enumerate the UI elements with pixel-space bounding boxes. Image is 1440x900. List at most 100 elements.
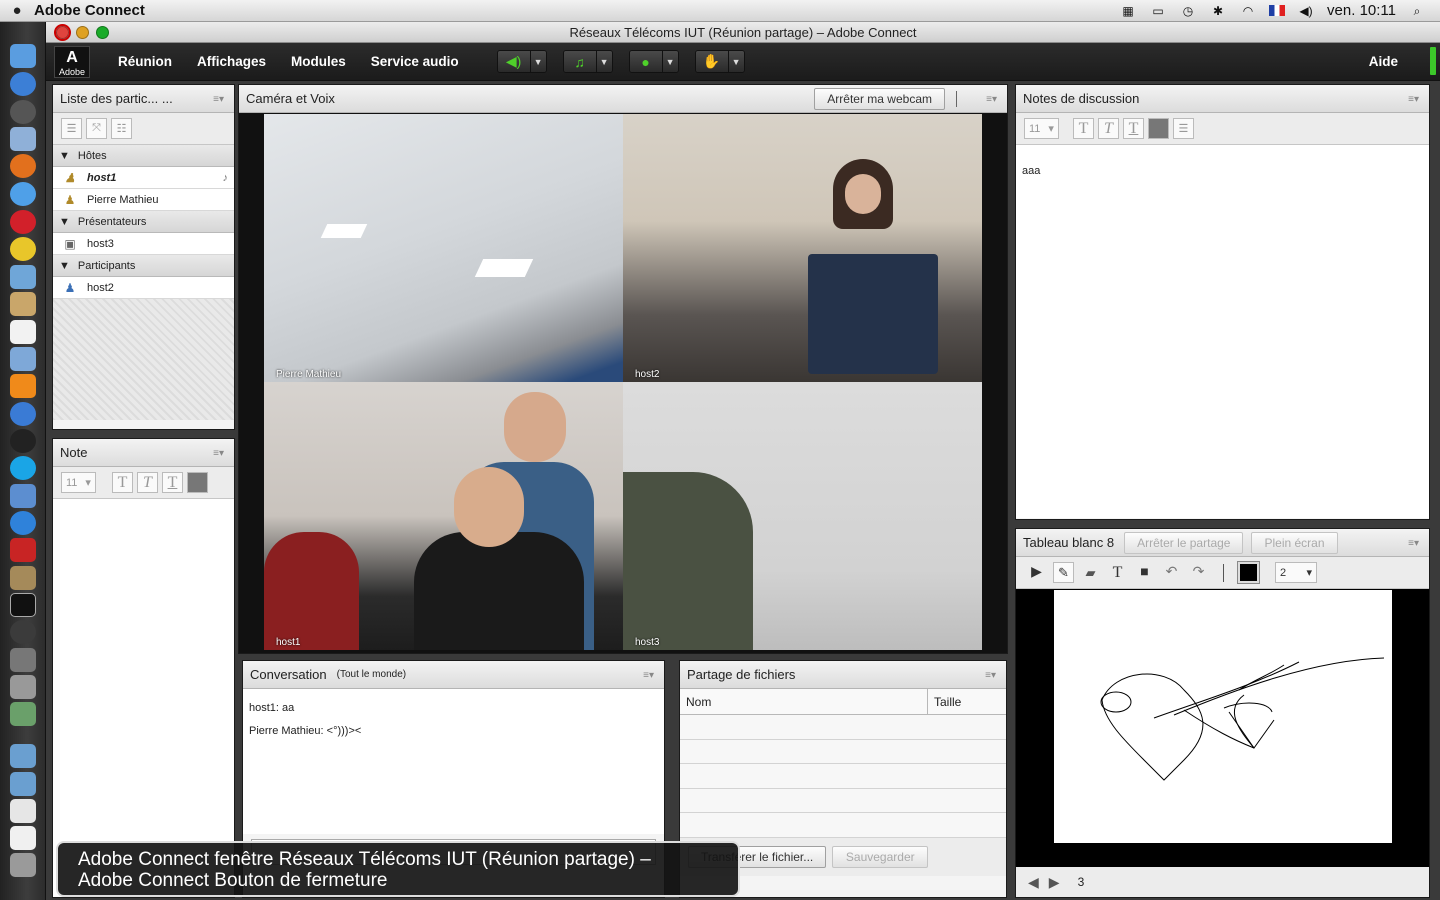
collapse-triangle-icon[interactable]: ▼: [59, 150, 70, 162]
volume-icon[interactable]: ◀): [1297, 4, 1315, 18]
color-picker-icon[interactable]: [186, 472, 208, 493]
video-feed-host2[interactable]: host2: [623, 114, 982, 382]
column-name[interactable]: Nom: [680, 689, 928, 714]
windows-icon[interactable]: ▦: [1119, 4, 1137, 18]
safari-icon[interactable]: [10, 182, 36, 206]
french-flag-icon[interactable]: [1269, 5, 1286, 16]
bold-icon[interactable]: T: [111, 472, 133, 493]
iphoto-icon[interactable]: [10, 347, 36, 371]
chevron-down-icon[interactable]: ▼: [529, 51, 546, 72]
attendee-row[interactable]: ▣ host3: [53, 233, 234, 255]
video-feed-host1[interactable]: host1: [264, 382, 623, 650]
chevron-down-icon[interactable]: ▼: [661, 51, 678, 72]
document-icon[interactable]: [10, 799, 36, 823]
undo-icon[interactable]: ↶: [1161, 562, 1182, 583]
attendee-row[interactable]: ♟ host1 ♪: [53, 167, 234, 189]
attendee-row[interactable]: ♟ host2: [53, 277, 234, 299]
save-file-button[interactable]: Sauvegarder: [832, 845, 929, 868]
spotlight-search-icon[interactable]: ⌕: [1408, 4, 1426, 18]
font-size-select[interactable]: 11 ▾: [1024, 118, 1059, 139]
itunes-icon[interactable]: [10, 511, 36, 535]
bullet-list-icon[interactable]: ☰: [1172, 118, 1194, 139]
chrome-icon[interactable]: [10, 237, 36, 261]
terminal-icon[interactable]: [10, 593, 36, 617]
network-utility-icon[interactable]: [10, 702, 36, 726]
pod-menu-icon[interactable]: ≡▾: [213, 448, 224, 459]
downloads-icon[interactable]: [10, 826, 36, 850]
calendar-icon[interactable]: [10, 320, 36, 344]
list-view-icon[interactable]: ☰: [61, 118, 82, 139]
display-icon[interactable]: ▭: [1149, 4, 1167, 18]
apple-menu-icon[interactable]: ●: [0, 2, 34, 19]
pencil-tool-icon[interactable]: ✎: [1053, 562, 1074, 583]
pod-menu-icon[interactable]: ≡▾: [1408, 94, 1419, 105]
group-participants[interactable]: ▼ Participants: [53, 255, 234, 277]
printer-icon[interactable]: [10, 675, 36, 699]
collapse-triangle-icon[interactable]: ▼: [59, 260, 70, 272]
expand-view-icon[interactable]: ⤧: [86, 118, 107, 139]
column-size[interactable]: Taille: [928, 689, 967, 714]
file-row[interactable]: [680, 813, 1006, 838]
pod-menu-icon[interactable]: ≡▾: [213, 94, 224, 105]
pod-menu-icon[interactable]: ≡▾: [643, 670, 654, 681]
time-machine-dock-icon[interactable]: [10, 620, 36, 644]
highlighter-tool-icon[interactable]: ▰: [1080, 562, 1101, 583]
menu-service-audio[interactable]: Service audio: [371, 54, 459, 69]
video-feed-pierre-mathieu[interactable]: Pierre Mathieu: [264, 114, 623, 382]
redo-icon[interactable]: ↷: [1188, 562, 1209, 583]
pod-menu-icon[interactable]: ≡▾: [985, 670, 996, 681]
audacity-icon[interactable]: [10, 429, 36, 453]
raise-hand-toggle[interactable]: ✋ ▼: [694, 50, 745, 73]
webcam-toggle[interactable]: ● ▼: [628, 50, 679, 73]
next-page-icon[interactable]: ▶: [1049, 874, 1060, 891]
note-text-area[interactable]: [53, 499, 234, 897]
bluetooth-icon[interactable]: ✱: [1209, 4, 1227, 18]
video-feed-host3[interactable]: host3: [623, 382, 982, 650]
image-capture-icon[interactable]: [10, 566, 36, 590]
italic-icon[interactable]: T: [136, 472, 158, 493]
contacts-icon[interactable]: [10, 292, 36, 316]
network-icon[interactable]: [10, 402, 36, 426]
pod-menu-icon[interactable]: ≡▾: [986, 94, 997, 105]
hand-icon[interactable]: ✋: [695, 51, 728, 72]
chevron-down-icon[interactable]: ▼: [727, 51, 744, 72]
file-row[interactable]: [680, 764, 1006, 789]
app-menu-name[interactable]: Adobe Connect: [34, 2, 145, 19]
documents-folder-icon[interactable]: [10, 772, 36, 796]
whiteboard-canvas[interactable]: [1054, 590, 1392, 843]
launchpad-icon[interactable]: [10, 100, 36, 124]
group-hotes[interactable]: ▼ Hôtes: [53, 145, 234, 167]
microphone-toggle[interactable]: ♫ ▼: [562, 50, 613, 73]
font-size-select[interactable]: 11 ▾: [61, 472, 96, 493]
menu-affichages[interactable]: Affichages: [197, 54, 266, 69]
utility-icon[interactable]: [10, 648, 36, 672]
user-status-icon[interactable]: ☷: [111, 118, 132, 139]
pod-menu-icon[interactable]: ≡▾: [1408, 538, 1419, 549]
vlc-icon[interactable]: [10, 374, 36, 398]
stop-webcam-button[interactable]: Arrêter ma webcam: [814, 88, 945, 110]
minimize-button[interactable]: [76, 26, 89, 39]
time-machine-icon[interactable]: ◷: [1179, 4, 1197, 18]
zoom-button[interactable]: [96, 26, 109, 39]
stroke-size-select[interactable]: 2 ▾: [1275, 562, 1317, 583]
photo-booth-icon[interactable]: [10, 538, 36, 562]
menu-modules[interactable]: Modules: [291, 54, 346, 69]
chevron-down-icon[interactable]: ▼: [595, 51, 612, 72]
firefox-icon[interactable]: [10, 154, 36, 178]
opera-icon[interactable]: [10, 210, 36, 234]
color-swatch[interactable]: [1237, 561, 1260, 584]
app-store-icon[interactable]: [10, 72, 36, 96]
collapse-triangle-icon[interactable]: ▼: [59, 216, 70, 228]
menu-reunion[interactable]: Réunion: [118, 54, 172, 69]
finder-icon[interactable]: [10, 44, 36, 68]
italic-icon[interactable]: T: [1097, 118, 1119, 139]
bold-icon[interactable]: T: [1072, 118, 1094, 139]
wifi-icon[interactable]: ◠: [1239, 4, 1257, 18]
webcam-icon[interactable]: ●: [629, 51, 662, 72]
underline-icon[interactable]: T: [1122, 118, 1144, 139]
fullscreen-button[interactable]: Plein écran: [1251, 531, 1338, 554]
text-tool-icon[interactable]: T: [1107, 562, 1128, 583]
skype-icon[interactable]: [10, 456, 36, 480]
clock[interactable]: ven. 10:11: [1327, 2, 1396, 19]
stop-sharing-button[interactable]: Arrêter le partage: [1124, 531, 1244, 554]
